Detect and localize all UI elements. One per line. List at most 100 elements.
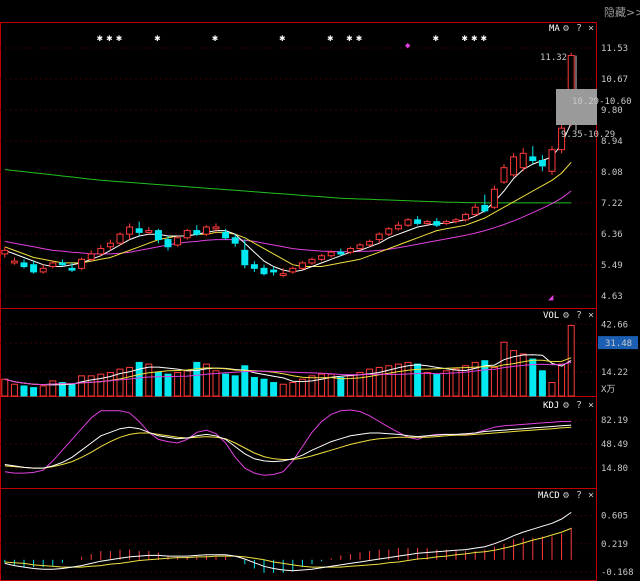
signal-triangle-icon: ◢ (548, 293, 554, 303)
volume-bar (135, 361, 143, 397)
candle-body (500, 167, 508, 183)
candle-body (385, 228, 393, 235)
vol-y-tick-label: 42.66 (601, 320, 628, 330)
candle-body (49, 262, 57, 268)
volume-bar (538, 370, 546, 397)
kdj-y-tick-label: 14.80 (601, 464, 628, 474)
range-highlight-box (556, 89, 597, 125)
kdj-y-tick-label: 82.19 (601, 416, 628, 426)
macd-y-tick-label: -0.168 (601, 568, 634, 578)
main-y-tick-label: 8.94 (601, 137, 623, 147)
candle-body (308, 258, 316, 264)
candle-body (231, 237, 239, 244)
volume-bar (270, 382, 278, 397)
candle-body (154, 230, 162, 241)
volume-bar (1, 378, 9, 397)
volume-bar (279, 383, 287, 397)
hide-panel-label: 隐藏>> (604, 6, 640, 19)
volume-bar (519, 353, 527, 397)
candle-body (356, 244, 364, 250)
volume-bar (39, 385, 47, 397)
candle-body (538, 159, 546, 167)
volume-bar (164, 373, 172, 397)
signal-star-icon: ✱ (327, 33, 333, 44)
macd-gear-icon[interactable]: ⚙ (562, 490, 569, 501)
signal-star-icon: ✱ (97, 33, 103, 44)
volume-bar (87, 375, 95, 397)
main-y-tick-label: 7.22 (601, 199, 623, 209)
signal-star-icon: ✱ (116, 33, 122, 44)
candle-body (78, 258, 86, 269)
candle-body (481, 204, 489, 212)
volume-bar (222, 373, 230, 397)
kdj-close-icon[interactable]: × (588, 400, 594, 411)
candle-body (202, 226, 210, 235)
vol-close-icon[interactable]: × (588, 310, 594, 321)
volume-bar (49, 380, 57, 397)
candle-body (183, 230, 191, 239)
candle-body (270, 269, 278, 273)
volume-bar (308, 375, 316, 397)
volume-bar (30, 387, 38, 397)
signal-star-icon: ✱ (481, 33, 487, 44)
macd-close-icon[interactable]: × (588, 490, 594, 501)
signal-star-icon: ✱ (154, 33, 160, 44)
macd-help-icon[interactable]: ? (576, 490, 582, 501)
candle-body (510, 156, 518, 176)
volume-bar (10, 383, 18, 397)
vol-y-tick-label: 31.48 (605, 339, 632, 349)
signal-star-icon: ✱ (212, 33, 218, 44)
candle-body (87, 253, 95, 260)
volume-bar (558, 363, 566, 397)
candle-body (548, 149, 556, 172)
hide-panel-button[interactable]: 隐藏>> (604, 6, 640, 19)
candle-body (174, 237, 182, 246)
candle-body (106, 242, 114, 248)
candle-body (318, 255, 326, 260)
candle-body (212, 226, 220, 230)
kdj-y-tick-label: 48.49 (601, 440, 628, 450)
kdj-help-icon[interactable]: ? (576, 400, 582, 411)
candle-body (529, 156, 537, 161)
ma-help-icon[interactable]: ? (576, 23, 582, 34)
candle-body (10, 260, 18, 264)
ma-close-icon[interactable]: × (588, 23, 594, 34)
volume-bar (433, 373, 441, 397)
candle-body (164, 239, 172, 248)
candle-body (298, 262, 306, 269)
main-y-tick-label: 6.36 (601, 230, 623, 240)
candle-body (452, 219, 460, 223)
candle-body (337, 251, 345, 255)
kdj-gear-icon[interactable]: ⚙ (562, 400, 569, 411)
candle-body (241, 249, 249, 266)
candle-body (519, 152, 527, 169)
ma-gear-icon[interactable]: ⚙ (562, 23, 569, 34)
candle-body (116, 233, 124, 244)
candle-body (260, 267, 268, 275)
candle-body (327, 251, 335, 257)
candle-body (145, 230, 153, 233)
candle-body (462, 213, 470, 221)
candle-body (193, 230, 201, 235)
candle-body (346, 248, 354, 253)
candle-body (20, 262, 28, 268)
macd-y-tick-label: 0.219 (601, 540, 628, 550)
signal-star-icon: ✱ (346, 33, 352, 44)
volume-bar (289, 382, 297, 397)
candle-body (135, 228, 143, 233)
candle-body (97, 248, 105, 255)
signal-star-icon: ✱ (356, 33, 362, 44)
main-y-tick-label: 9.80 (601, 106, 623, 116)
signal-diamond-icon: ◆ (405, 41, 411, 51)
vol-gear-icon[interactable]: ⚙ (562, 310, 569, 321)
signal-star-icon: ✱ (106, 33, 112, 44)
candle-body (404, 219, 412, 226)
vol-help-icon[interactable]: ? (576, 310, 582, 321)
volume-bar (97, 373, 105, 397)
candle-body (433, 221, 441, 226)
candle-body (423, 221, 431, 224)
candle-body (289, 267, 297, 273)
volume-bar (423, 371, 431, 397)
volume-bar (231, 375, 239, 397)
candle-body (442, 221, 450, 224)
